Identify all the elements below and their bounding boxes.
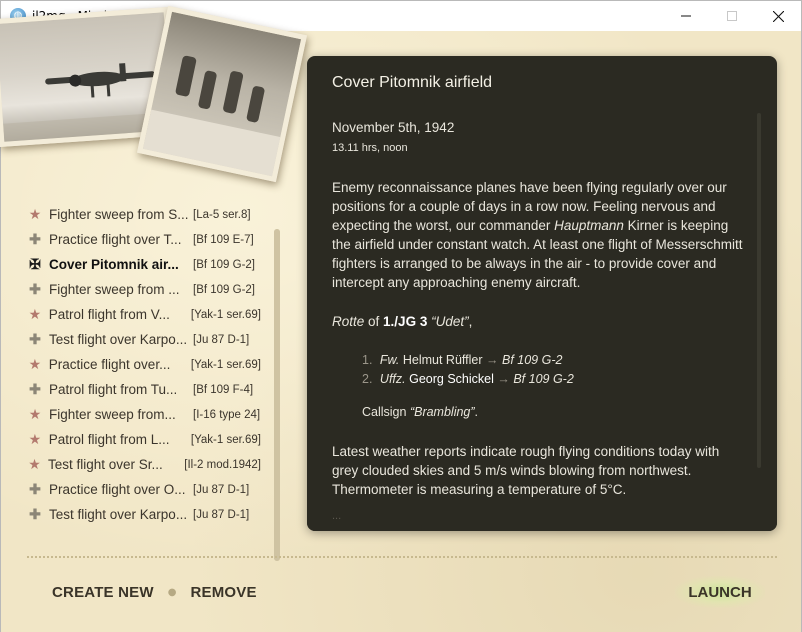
arrow-icon: → xyxy=(497,372,510,386)
mission-name: Test flight over Karpo... xyxy=(49,507,188,522)
mission-aircraft: [La-5 ser.8] xyxy=(193,208,251,221)
star-icon: ★ xyxy=(28,406,42,422)
star-icon: ★ xyxy=(28,356,42,372)
mission-list-item[interactable]: ✚ Test flight over Karpo... [Ju 87 D-1] xyxy=(23,502,261,527)
mission-aircraft: [Il-2 mod.1942] xyxy=(184,458,261,471)
mission-name: Patrol flight from V... xyxy=(48,307,170,322)
mission-list-item[interactable]: ★ Practice flight over... [Yak-1 ser.69] xyxy=(23,352,261,377)
crew-member: 2. Uffz. Georg Schickel → Bf 109 G-2 xyxy=(362,372,574,386)
mission-list-item[interactable]: ★ Fighter sweep from S... [La-5 ser.8] xyxy=(23,202,261,227)
weather-paragraph: Latest weather reports indicate rough fl… xyxy=(332,444,720,497)
mission-list-scrollbar[interactable] xyxy=(274,229,280,561)
briefing-date: November 5th, 1942 xyxy=(332,120,455,135)
mission-name: Test flight over Karpo... xyxy=(49,332,188,347)
star-icon: ★ xyxy=(28,456,41,472)
mission-name: Practice flight over... xyxy=(48,357,171,372)
mission-aircraft: [Bf 109 G-2] xyxy=(193,258,256,271)
mission-aircraft: [Yak-1 ser.69] xyxy=(190,433,261,446)
window-controls xyxy=(663,1,801,31)
cross-icon: ✚ xyxy=(29,506,41,522)
cross-icon: ✚ xyxy=(29,331,41,347)
mission-aircraft: [Yak-1 ser.69] xyxy=(190,358,261,371)
briefing-paragraph: Enemy reconnaissance planes have been fl… xyxy=(332,180,743,290)
star-icon: ★ xyxy=(28,306,42,322)
mission-aircraft: [I-16 type 24] xyxy=(193,408,261,421)
mission-list-item[interactable]: ★ Patrol flight from V... [Yak-1 ser.69] xyxy=(23,302,261,327)
bottom-divider xyxy=(27,556,777,558)
mission-list-item[interactable]: ★ Test flight over Sr... [Il-2 mod.1942] xyxy=(23,452,261,477)
separator-dot: ● xyxy=(167,587,177,598)
mission-name: Practice flight over O... xyxy=(49,482,186,497)
mission-name: Fighter sweep from... xyxy=(49,407,176,422)
mission-aircraft: [Bf 109 F-4] xyxy=(193,383,254,396)
minimize-icon[interactable] xyxy=(663,1,709,31)
mission-list: ★ Fighter sweep from S... [La-5 ser.8] ✚ Pra… xyxy=(23,202,261,527)
mission-name: Patrol flight from L... xyxy=(48,432,170,447)
scrollbar-thumb[interactable] xyxy=(274,229,280,561)
cross-icon: ✚ xyxy=(29,381,41,397)
action-bar: CREATE NEW ● REMOVE xyxy=(52,584,257,601)
star-icon: ★ xyxy=(28,431,42,447)
mission-list-item[interactable]: ✠ Cover Pitomnik air... [Bf 109 G-2] xyxy=(23,252,261,277)
mission-name: Patrol flight from Tu... xyxy=(49,382,178,397)
mission-list-item[interactable]: ✚ Practice flight over O... [Ju 87 D-1] xyxy=(23,477,261,502)
mission-aircraft: [Ju 87 D-1] xyxy=(193,508,250,521)
mission-list-item[interactable]: ✚ Test flight over Karpo... [Ju 87 D-1] xyxy=(23,327,261,352)
mission-list-item[interactable]: ✚ Practice flight over T... [Bf 109 E-7] xyxy=(23,227,261,252)
mission-aircraft: [Bf 109 E-7] xyxy=(193,233,254,246)
photo-soldiers xyxy=(136,5,308,183)
remove-button[interactable]: REMOVE xyxy=(190,584,256,601)
mission-aircraft: [Bf 109 G-2] xyxy=(193,283,256,296)
mission-list-item[interactable]: ✚ Fighter sweep from ... [Bf 109 G-2] xyxy=(23,277,261,302)
cross-icon: ✚ xyxy=(29,281,41,297)
callsign-line: Callsign “Brambling”. xyxy=(362,405,479,419)
crew-member: 1. Fw. Helmut Rüffler → Bf 109 G-2 xyxy=(362,353,563,367)
briefing-scrollbar[interactable] xyxy=(757,113,761,468)
create-new-button[interactable]: CREATE NEW xyxy=(52,584,154,601)
mission-aircraft: [Ju 87 D-1] xyxy=(193,333,250,346)
mission-name: Test flight over Sr... xyxy=(48,457,163,472)
mission-list-item[interactable]: ★ Fighter sweep from... [I-16 type 24] xyxy=(23,402,261,427)
briefing-title: Cover Pitomnik airfield xyxy=(332,74,493,91)
briefing-time: 13.11 hrs, noon xyxy=(332,142,408,154)
star-icon: ★ xyxy=(28,206,42,222)
mission-aircraft: [Yak-1 ser.69] xyxy=(190,308,261,321)
briefing-panel: Cover Pitomnik airfield November 5th, 19… xyxy=(307,56,777,531)
unit-line: Rotte of 1./JG 3 “Udet”, xyxy=(332,314,473,329)
close-icon[interactable] xyxy=(755,1,801,31)
mission-list-item[interactable]: ✚ Patrol flight from Tu... [Bf 109 F-4] xyxy=(23,377,261,402)
briefing-content: November 5th, 1942 13.11 hrs, noon Enemy… xyxy=(332,118,747,526)
crew-list: 1. Fw. Helmut Rüffler → Bf 109 G-2 2. Uf… xyxy=(362,351,747,389)
arrow-icon: → xyxy=(486,353,499,367)
briefing-fade xyxy=(307,501,777,531)
mission-name: Fighter sweep from ... xyxy=(49,282,180,297)
cross-icon: ✚ xyxy=(29,231,41,247)
mission-list-item[interactable]: ★ Patrol flight from L... [Yak-1 ser.69] xyxy=(23,427,261,452)
launch-button[interactable]: LAUNCH xyxy=(675,576,765,608)
mission-name: Cover Pitomnik air... xyxy=(49,257,179,272)
mission-name: Fighter sweep from S... xyxy=(49,207,189,222)
main-area: ★ Fighter sweep from S... [La-5 ser.8] ✚ Pra… xyxy=(0,5,802,632)
cross-icon: ✚ xyxy=(29,481,41,497)
balkenkreuz-icon: ✠ xyxy=(29,256,41,272)
mission-aircraft: [Ju 87 D-1] xyxy=(193,483,250,496)
maximize-icon[interactable] xyxy=(709,1,755,31)
mission-name: Practice flight over T... xyxy=(49,232,182,247)
